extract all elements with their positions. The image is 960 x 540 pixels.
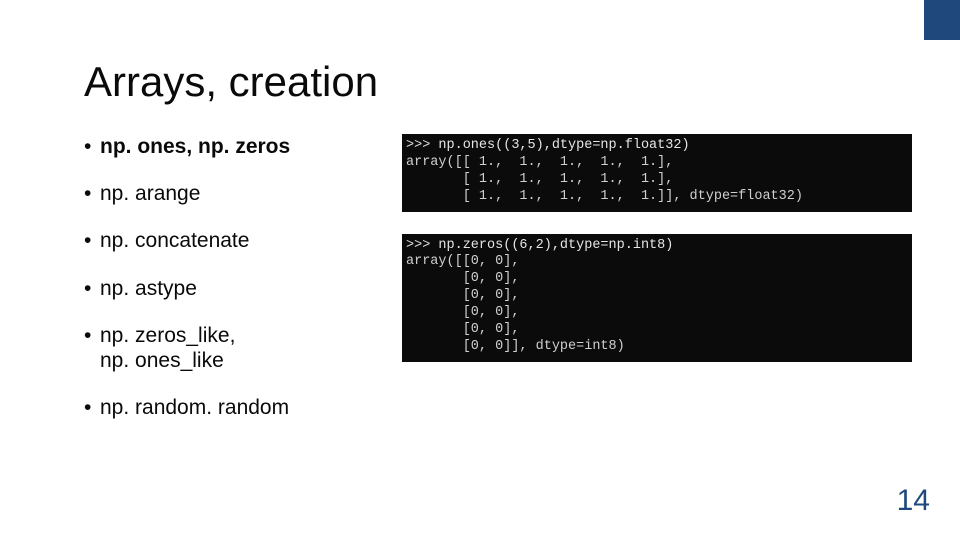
list-item: np. random. random (84, 395, 384, 420)
console-zeros: >>> np.zeros((6,2),dtype=np.int8) array(… (402, 234, 912, 362)
list-item: np. ones, np. zeros (84, 134, 384, 159)
list-item-label: np. concatenate (100, 229, 249, 252)
list-item-label: np. arange (100, 182, 200, 205)
slide: Arrays, creation np. ones, np. zeros np.… (0, 0, 960, 540)
list-item-sub: np. ones_like (100, 348, 384, 373)
bullet-list: np. ones, np. zeros np. arange np. conca… (84, 134, 384, 442)
content-columns: np. ones, np. zeros np. arange np. conca… (84, 134, 920, 442)
command: np.zeros((6,2),dtype=np.int8) (438, 238, 673, 253)
list-item: np. arange (84, 181, 384, 206)
code-column: >>> np.ones((3,5),dtype=np.float32) arra… (402, 134, 912, 442)
prompt: >>> (406, 238, 438, 253)
prompt: >>> (406, 138, 438, 153)
list-item: np. concatenate (84, 228, 384, 253)
list-item: np. zeros_like, np. ones_like (84, 323, 384, 373)
output: array([[ 1., 1., 1., 1., 1.], [ 1., 1., … (406, 155, 803, 204)
list-item-label: np. ones, np. zeros (100, 135, 290, 158)
list-item-label: np. random. random (100, 396, 289, 419)
console-ones: >>> np.ones((3,5),dtype=np.float32) arra… (402, 134, 912, 212)
page-title: Arrays, creation (84, 58, 920, 106)
list-item-label: np. zeros_like, (100, 324, 235, 347)
list-item-label: np. astype (100, 277, 197, 300)
command: np.ones((3,5),dtype=np.float32) (438, 138, 689, 153)
page-number: 14 (897, 484, 930, 518)
list-item: np. astype (84, 276, 384, 301)
output: array([[0, 0], [0, 0], [0, 0], [0, 0], [… (406, 254, 625, 353)
